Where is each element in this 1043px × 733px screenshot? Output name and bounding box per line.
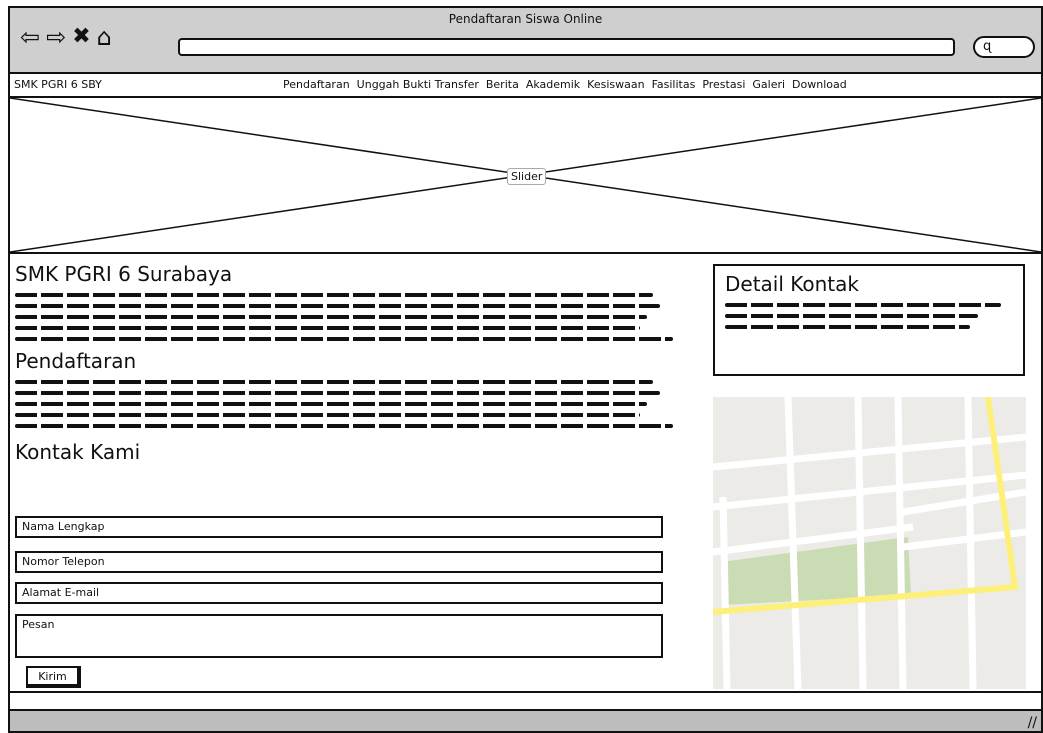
- contact-detail-box: Detail Kontak: [713, 264, 1025, 376]
- image-slider[interactable]: Slider: [10, 98, 1041, 254]
- site-menu: SMK PGRI 6 SBY Pendaftaran Unggah Bukti …: [10, 74, 1041, 98]
- menu-item[interactable]: Prestasi: [702, 74, 745, 96]
- contact-title: Kontak Kami: [15, 440, 141, 464]
- message-field[interactable]: Pesan: [15, 614, 663, 658]
- menu-item[interactable]: Galeri: [752, 74, 785, 96]
- menu-item[interactable]: Akademik: [526, 74, 580, 96]
- status-bar: //: [10, 709, 1041, 731]
- menu-item[interactable]: Unggah Bukti Transfer: [357, 74, 479, 96]
- email-field[interactable]: Alamat E-mail: [15, 582, 663, 604]
- location-map[interactable]: [713, 397, 1026, 689]
- paragraph-text: [15, 380, 680, 428]
- menu-item[interactable]: Download: [792, 74, 847, 96]
- menu-item[interactable]: Berita: [486, 74, 519, 96]
- url-bar[interactable]: [178, 38, 955, 56]
- window-title: Pendaftaran Siswa Online: [448, 12, 603, 26]
- map-icon: [713, 397, 1026, 689]
- menu-items: Pendaftaran Unggah Bukti Transfer Berita…: [283, 74, 847, 96]
- browser-toolbar: Pendaftaran Siswa Online ⇦ ⇨ ✖ ⌂ ɋ: [10, 8, 1041, 74]
- search-icon: ɋ: [983, 39, 992, 54]
- menu-item[interactable]: Kesiswaan: [587, 74, 644, 96]
- close-icon[interactable]: ✖: [72, 22, 90, 52]
- menu-item[interactable]: Pendaftaran: [283, 74, 350, 96]
- paragraph-text: [15, 293, 680, 341]
- detail-text: [725, 303, 1013, 329]
- menu-item[interactable]: Fasilitas: [652, 74, 696, 96]
- site-brand[interactable]: SMK PGRI 6 SBY: [14, 74, 102, 96]
- slider-label: Slider: [507, 168, 547, 185]
- browser-window: Pendaftaran Siswa Online ⇦ ⇨ ✖ ⌂ ɋ SMK P…: [8, 6, 1043, 733]
- page-title: SMK PGRI 6 Surabaya: [15, 262, 233, 286]
- forward-arrow-icon[interactable]: ⇨: [46, 22, 66, 52]
- back-arrow-icon[interactable]: ⇦: [20, 22, 40, 52]
- submit-button[interactable]: Kirim: [26, 666, 81, 688]
- main-content: SMK PGRI 6 Surabaya Pendaftaran Kontak K…: [15, 262, 680, 464]
- page-footer: [10, 691, 1041, 709]
- phone-field[interactable]: Nomor Telepon: [15, 551, 663, 573]
- name-field[interactable]: Nama Lengkap: [15, 516, 663, 538]
- home-icon[interactable]: ⌂: [97, 22, 112, 52]
- resize-grip-icon[interactable]: //: [1028, 715, 1037, 731]
- detail-title: Detail Kontak: [725, 272, 859, 296]
- search-button[interactable]: ɋ: [973, 36, 1035, 58]
- section-title: Pendaftaran: [15, 349, 137, 373]
- nav-buttons: ⇦ ⇨ ✖ ⌂: [20, 22, 112, 52]
